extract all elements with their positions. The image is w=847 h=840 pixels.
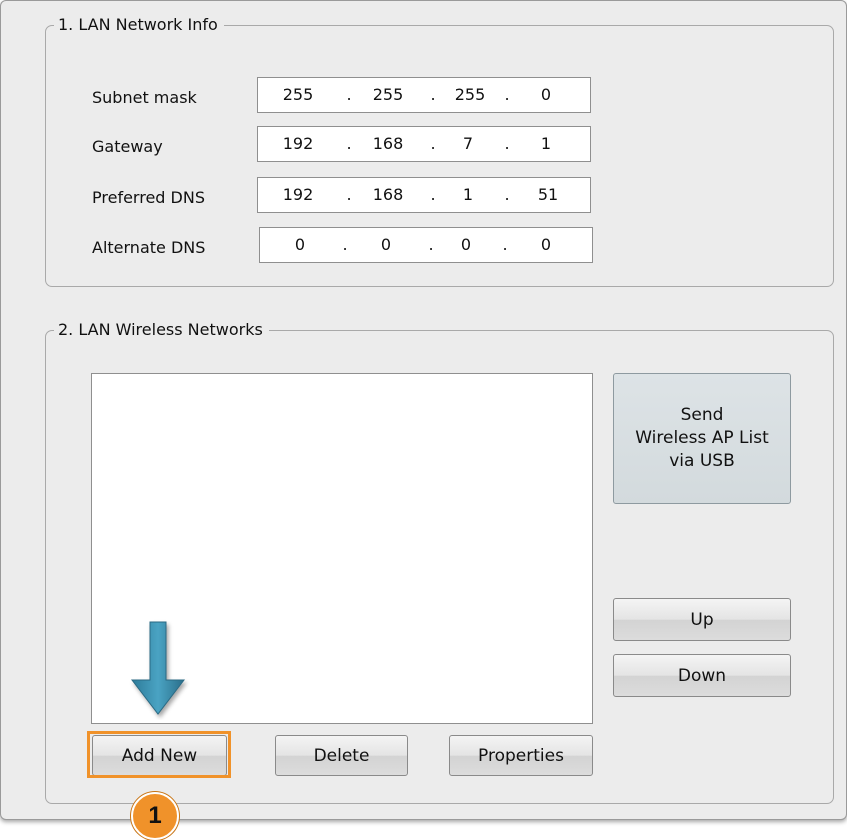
down-arrow-icon [130, 621, 186, 715]
octet-separator: . [346, 185, 352, 204]
octet-separator: . [428, 235, 434, 254]
properties-button[interactable]: Properties [449, 735, 593, 776]
send-wireless-ap-list-button[interactable]: Send Wireless AP List via USB [613, 373, 791, 504]
delete-button[interactable]: Delete [275, 735, 408, 776]
octet-separator: . [504, 85, 510, 104]
octet-separator: . [430, 134, 436, 153]
octet: 0 [294, 235, 306, 254]
step-number-badge: 1 [131, 792, 179, 840]
octet-separator: . [504, 185, 510, 204]
up-button[interactable]: Up [613, 598, 791, 641]
octet: 255 [372, 85, 404, 104]
octet: 255 [454, 85, 486, 104]
octet: 168 [372, 134, 404, 153]
octet: 51 [537, 185, 559, 204]
subnet-mask-label: Subnet mask [92, 88, 197, 107]
lan-network-info-title: 1. LAN Network Info [54, 14, 224, 36]
octet: 7 [462, 134, 474, 153]
send-button-line-1: Send [680, 405, 724, 425]
lan-wireless-networks-title: 2. LAN Wireless Networks [54, 319, 269, 341]
octet-separator: . [342, 235, 348, 254]
octet: 1 [462, 185, 474, 204]
octet: 0 [460, 235, 472, 254]
send-button-line-2: Wireless AP List [635, 428, 769, 448]
octet: 0 [540, 85, 552, 104]
subnet-mask-input[interactable]: 255 . 255 . 255 . 0 [257, 77, 591, 113]
octet: 255 [282, 85, 314, 104]
octet: 0 [380, 235, 392, 254]
octet-separator: . [430, 85, 436, 104]
preferred-dns-input[interactable]: 192 . 168 . 1 . 51 [257, 177, 591, 213]
octet-separator: . [346, 134, 352, 153]
send-button-line-3: via USB [669, 451, 735, 471]
octet: 168 [372, 185, 404, 204]
add-new-highlight-frame [87, 731, 231, 778]
octet: 0 [540, 235, 552, 254]
gateway-input[interactable]: 192 . 168 . 7 . 1 [257, 126, 591, 162]
octet: 192 [282, 134, 314, 153]
octet: 192 [282, 185, 314, 204]
octet-separator: . [346, 85, 352, 104]
octet: 1 [540, 134, 552, 153]
alternate-dns-input[interactable]: 0 . 0 . 0 . 0 [259, 227, 593, 263]
down-button[interactable]: Down [613, 654, 791, 697]
alternate-dns-label: Alternate DNS [92, 238, 206, 257]
octet-separator: . [430, 185, 436, 204]
gateway-label: Gateway [92, 137, 163, 156]
preferred-dns-label: Preferred DNS [92, 188, 205, 207]
octet-separator: . [504, 134, 510, 153]
octet-separator: . [502, 235, 508, 254]
